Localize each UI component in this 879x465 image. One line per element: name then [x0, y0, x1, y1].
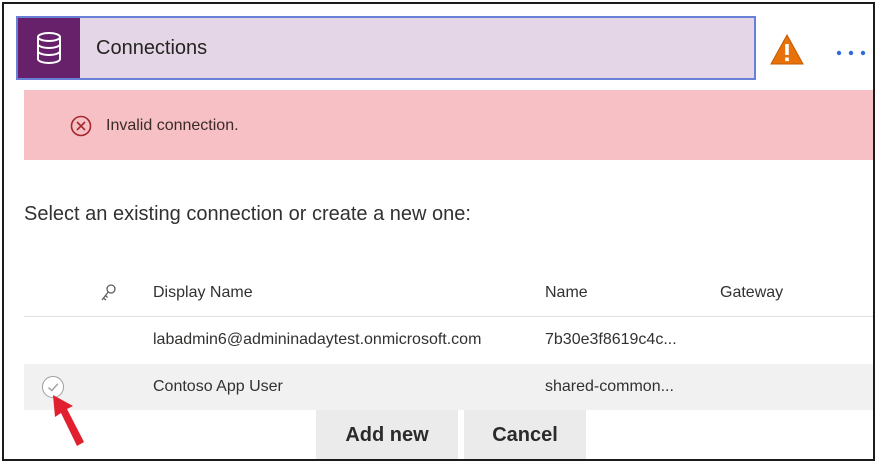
row-name: shared-common... [545, 378, 674, 395]
more-options-button[interactable] [834, 34, 870, 64]
connections-header[interactable]: Connections [16, 16, 756, 80]
ellipsis-icon [836, 50, 866, 56]
row-display-name: Contoso App User [153, 378, 283, 395]
column-header-gateway: Gateway [720, 284, 784, 301]
connector-icon-tile [18, 18, 80, 78]
cancel-button[interactable]: Cancel [464, 410, 586, 459]
connections-panel: Connections Invalid connection. Select a… [2, 2, 875, 461]
warning-icon[interactable] [769, 32, 805, 68]
card-title: Connections [96, 37, 208, 59]
red-arrow-annotation [53, 395, 84, 446]
column-header-name: Name [545, 284, 588, 301]
error-circle-icon [70, 115, 92, 137]
connection-prompt: Select an existing connection or create … [24, 203, 471, 225]
table-row[interactable]: labadmin6@admininadaytest.onmicrosoft.co… [24, 317, 873, 363]
key-icon [98, 270, 120, 316]
error-banner: Invalid connection. [24, 90, 873, 160]
error-message: Invalid connection. [106, 117, 239, 134]
table-row[interactable]: Contoso App User shared-common... [24, 364, 873, 410]
row-name: 7b30e3f8619c4c... [545, 331, 677, 348]
column-header-display-name: Display Name [153, 284, 253, 301]
row-display-name: labadmin6@admininadaytest.onmicrosoft.co… [153, 331, 482, 348]
database-icon [37, 32, 61, 64]
table-header: Display Name Name Gateway [24, 270, 873, 317]
add-new-button[interactable]: Add new [316, 410, 458, 459]
